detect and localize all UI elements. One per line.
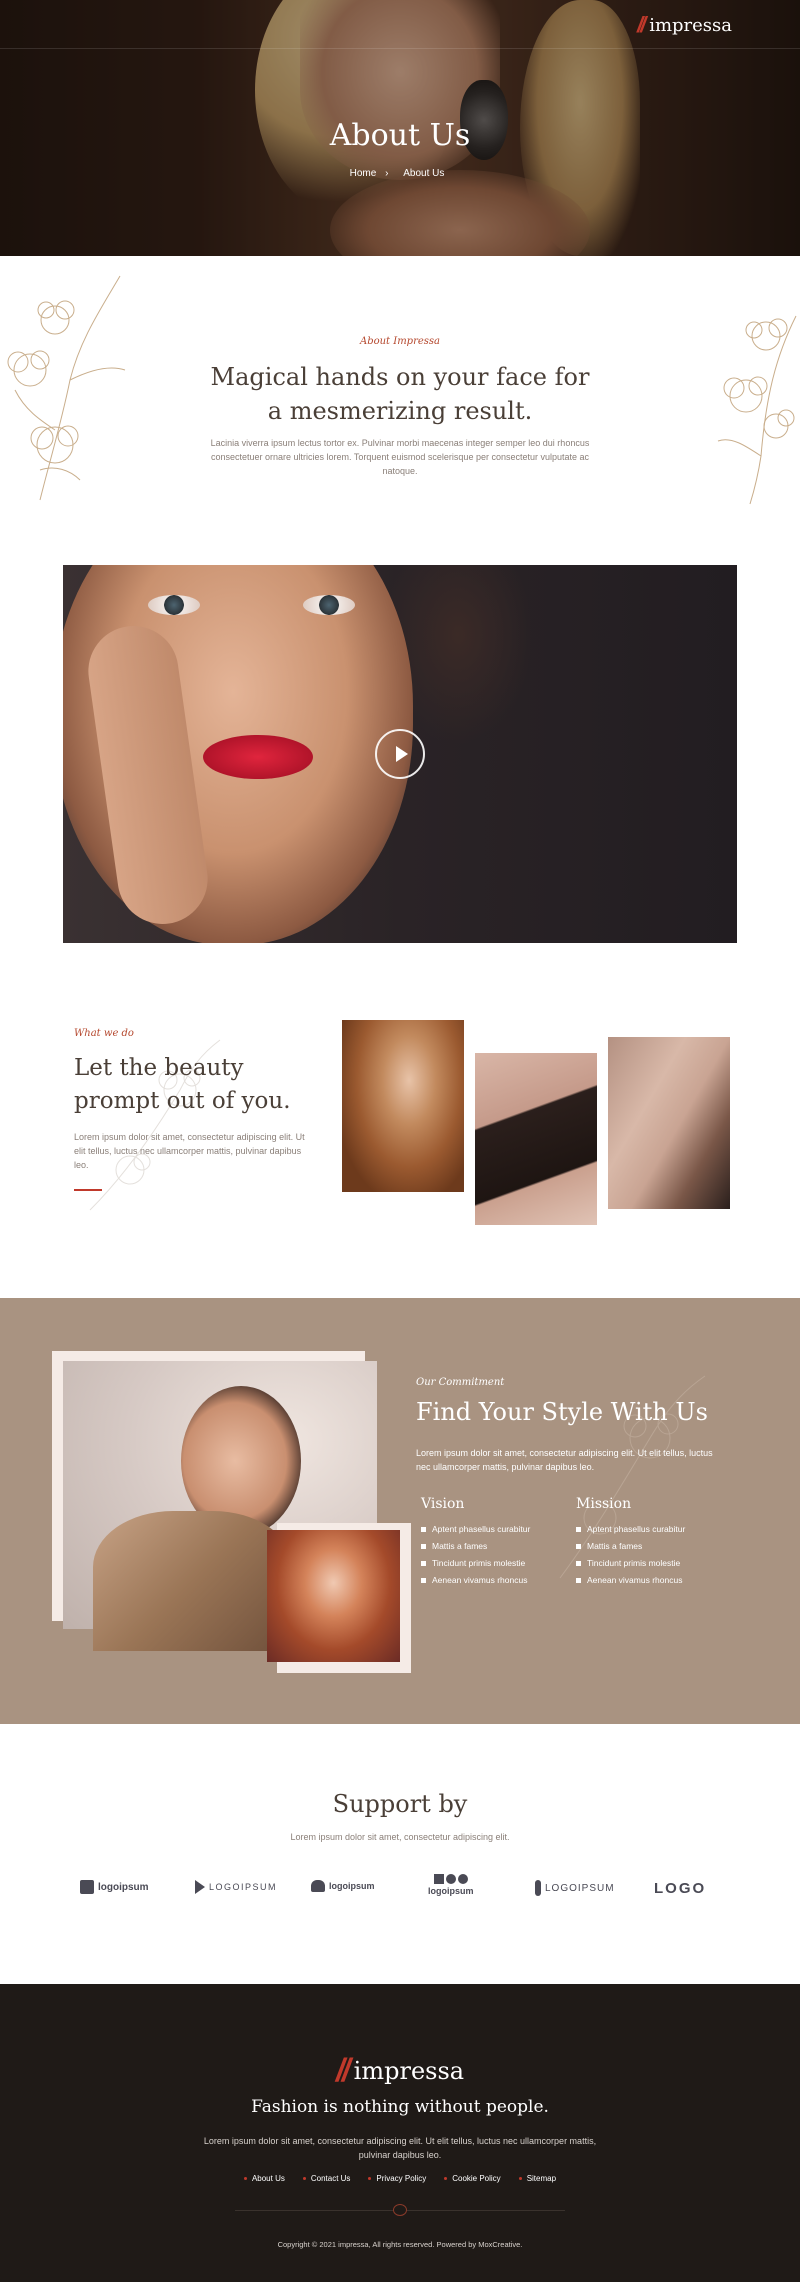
section-eyebrow: What we do — [74, 1028, 134, 1039]
accent-divider — [74, 1189, 102, 1191]
footer-link-about[interactable]: About Us — [243, 2174, 285, 2183]
partner-logo-1[interactable]: logoipsum — [80, 1880, 149, 1894]
video-photo-eye-left — [148, 595, 200, 615]
copyright-text: Copyright © 2021 impressa, All rights re… — [277, 2240, 523, 2249]
footer-logo[interactable]: // impressa — [0, 2052, 800, 2089]
bullet-icon — [421, 1560, 426, 1566]
bullet-icon — [576, 1526, 581, 1532]
list-item: Aenean vivamus rhoncus — [421, 1575, 530, 1585]
section-body: Lorem ipsum dolor sit amet, consectetur … — [416, 1448, 713, 1472]
vision-heading: Vision — [421, 1496, 465, 1512]
footer-link-sitemap[interactable]: Sitemap — [518, 2174, 556, 2183]
gallery-photo-curly-hair — [342, 1020, 464, 1192]
header-divider — [0, 48, 800, 49]
bullet-icon — [576, 1543, 581, 1549]
logo-mark-icon: // — [335, 2052, 351, 2088]
footer-tagline: Fashion is nothing without people. — [251, 2097, 549, 2117]
partner-logo-2[interactable]: LOGOIPSUM — [195, 1880, 277, 1894]
divider-ornament-icon — [393, 2204, 407, 2216]
site-footer: // impressa Fashion is nothing without p… — [0, 1984, 800, 2282]
footer-nav: About Us Contact Us Privacy Policy Cooki… — [0, 2174, 800, 2183]
page-title: About Us — [329, 118, 471, 153]
logo-stack-icon — [311, 1880, 325, 1892]
bullet-icon — [243, 2177, 247, 2180]
bullet-icon — [518, 2177, 522, 2180]
footer-link-privacy[interactable]: Privacy Policy — [368, 2174, 426, 2183]
breadcrumb: Home › About Us — [0, 168, 800, 179]
list-item: Mattis a fames — [576, 1541, 685, 1551]
section-body: Lacinia viverra ipsum lectus tortor ex. … — [210, 438, 590, 476]
breadcrumb-current: About Us — [403, 168, 445, 179]
play-icon — [395, 746, 408, 762]
footer-link-contact[interactable]: Contact Us — [302, 2174, 350, 2183]
gallery-photo-jacket — [608, 1037, 730, 1209]
list-item: Aptent phasellus curabitur — [421, 1524, 530, 1534]
video-photo-lips — [203, 735, 313, 779]
section-body: Lorem ipsum dolor sit amet, consectetur … — [290, 1832, 510, 1842]
logo-square-icon — [80, 1880, 94, 1894]
section-body: Lorem ipsum dolor sit amet, consectetur … — [74, 1132, 305, 1170]
logo-triangle-icon — [195, 1880, 205, 1894]
cotton-flower-left-icon — [7, 275, 126, 501]
hero-banner: // impressa About Us Home › About Us — [0, 0, 800, 256]
partner-logo-5[interactable]: LOGOIPSUM — [535, 1880, 615, 1896]
video-photo-eye-right — [303, 595, 355, 615]
list-item: Tincidunt primis molestie — [421, 1558, 530, 1568]
section-heading: Find Your Style With Us — [416, 1398, 708, 1426]
list-item: Mattis a fames — [421, 1541, 530, 1551]
bullet-icon — [368, 2177, 372, 2180]
section-eyebrow: Our Commitment — [416, 1377, 505, 1388]
section-heading: Support by — [332, 1790, 468, 1818]
logo-shapes-icon — [433, 1874, 468, 1884]
what-we-do-section: What we do Let the beauty prompt out of … — [0, 1000, 800, 1260]
about-intro-section: About Impressa Magical hands on your fac… — [0, 256, 800, 536]
footer-link-cookie[interactable]: Cookie Policy — [444, 2174, 501, 2183]
logo-text: impressa — [353, 2056, 465, 2085]
bullet-icon — [421, 1526, 426, 1532]
logo-mark-icon: // — [636, 12, 646, 37]
support-section: Support by Lorem ipsum dolor sit amet, c… — [0, 1724, 800, 1984]
mission-heading: Mission — [576, 1496, 632, 1512]
bullet-icon — [421, 1577, 426, 1583]
play-video-button[interactable] — [375, 729, 425, 779]
bullet-icon — [302, 2177, 306, 2180]
video-block[interactable] — [63, 565, 737, 943]
section-eyebrow: About Impressa — [359, 336, 441, 347]
section-heading: Let the beauty prompt out of you. — [74, 1055, 291, 1114]
partner-logo-4[interactable]: logoipsum — [428, 1874, 474, 1896]
breadcrumb-separator-icon: › — [385, 168, 389, 179]
bullet-icon — [421, 1543, 426, 1549]
list-item: Aenean vivamus rhoncus — [576, 1575, 685, 1585]
logo-pen-icon — [535, 1880, 541, 1896]
bullet-icon — [444, 2177, 448, 2180]
list-item: Tincidunt primis molestie — [576, 1558, 685, 1568]
list-item: Aptent phasellus curabitur — [576, 1524, 685, 1534]
gallery-photo-straightener — [475, 1053, 597, 1225]
header-logo[interactable]: // impressa — [637, 12, 732, 38]
partner-logo-6[interactable]: LOGO — [654, 1880, 706, 1897]
logo-text: impressa — [649, 14, 732, 36]
commitment-section: Our Commitment Find Your Style With Us L… — [0, 1298, 800, 1724]
footer-body: Lorem ipsum dolor sit amet, consectetur … — [203, 2136, 597, 2160]
commitment-small-photo — [267, 1530, 400, 1662]
mission-list: Aptent phasellus curabitur Mattis a fame… — [576, 1524, 685, 1592]
partner-logo-3[interactable]: logoipsum — [311, 1880, 375, 1892]
section-heading: Magical hands on your face for a mesmeri… — [210, 363, 590, 425]
bullet-icon — [576, 1560, 581, 1566]
vision-list: Aptent phasellus curabitur Mattis a fame… — [421, 1524, 530, 1592]
bullet-icon — [576, 1577, 581, 1583]
breadcrumb-home-link[interactable]: Home — [350, 168, 377, 179]
